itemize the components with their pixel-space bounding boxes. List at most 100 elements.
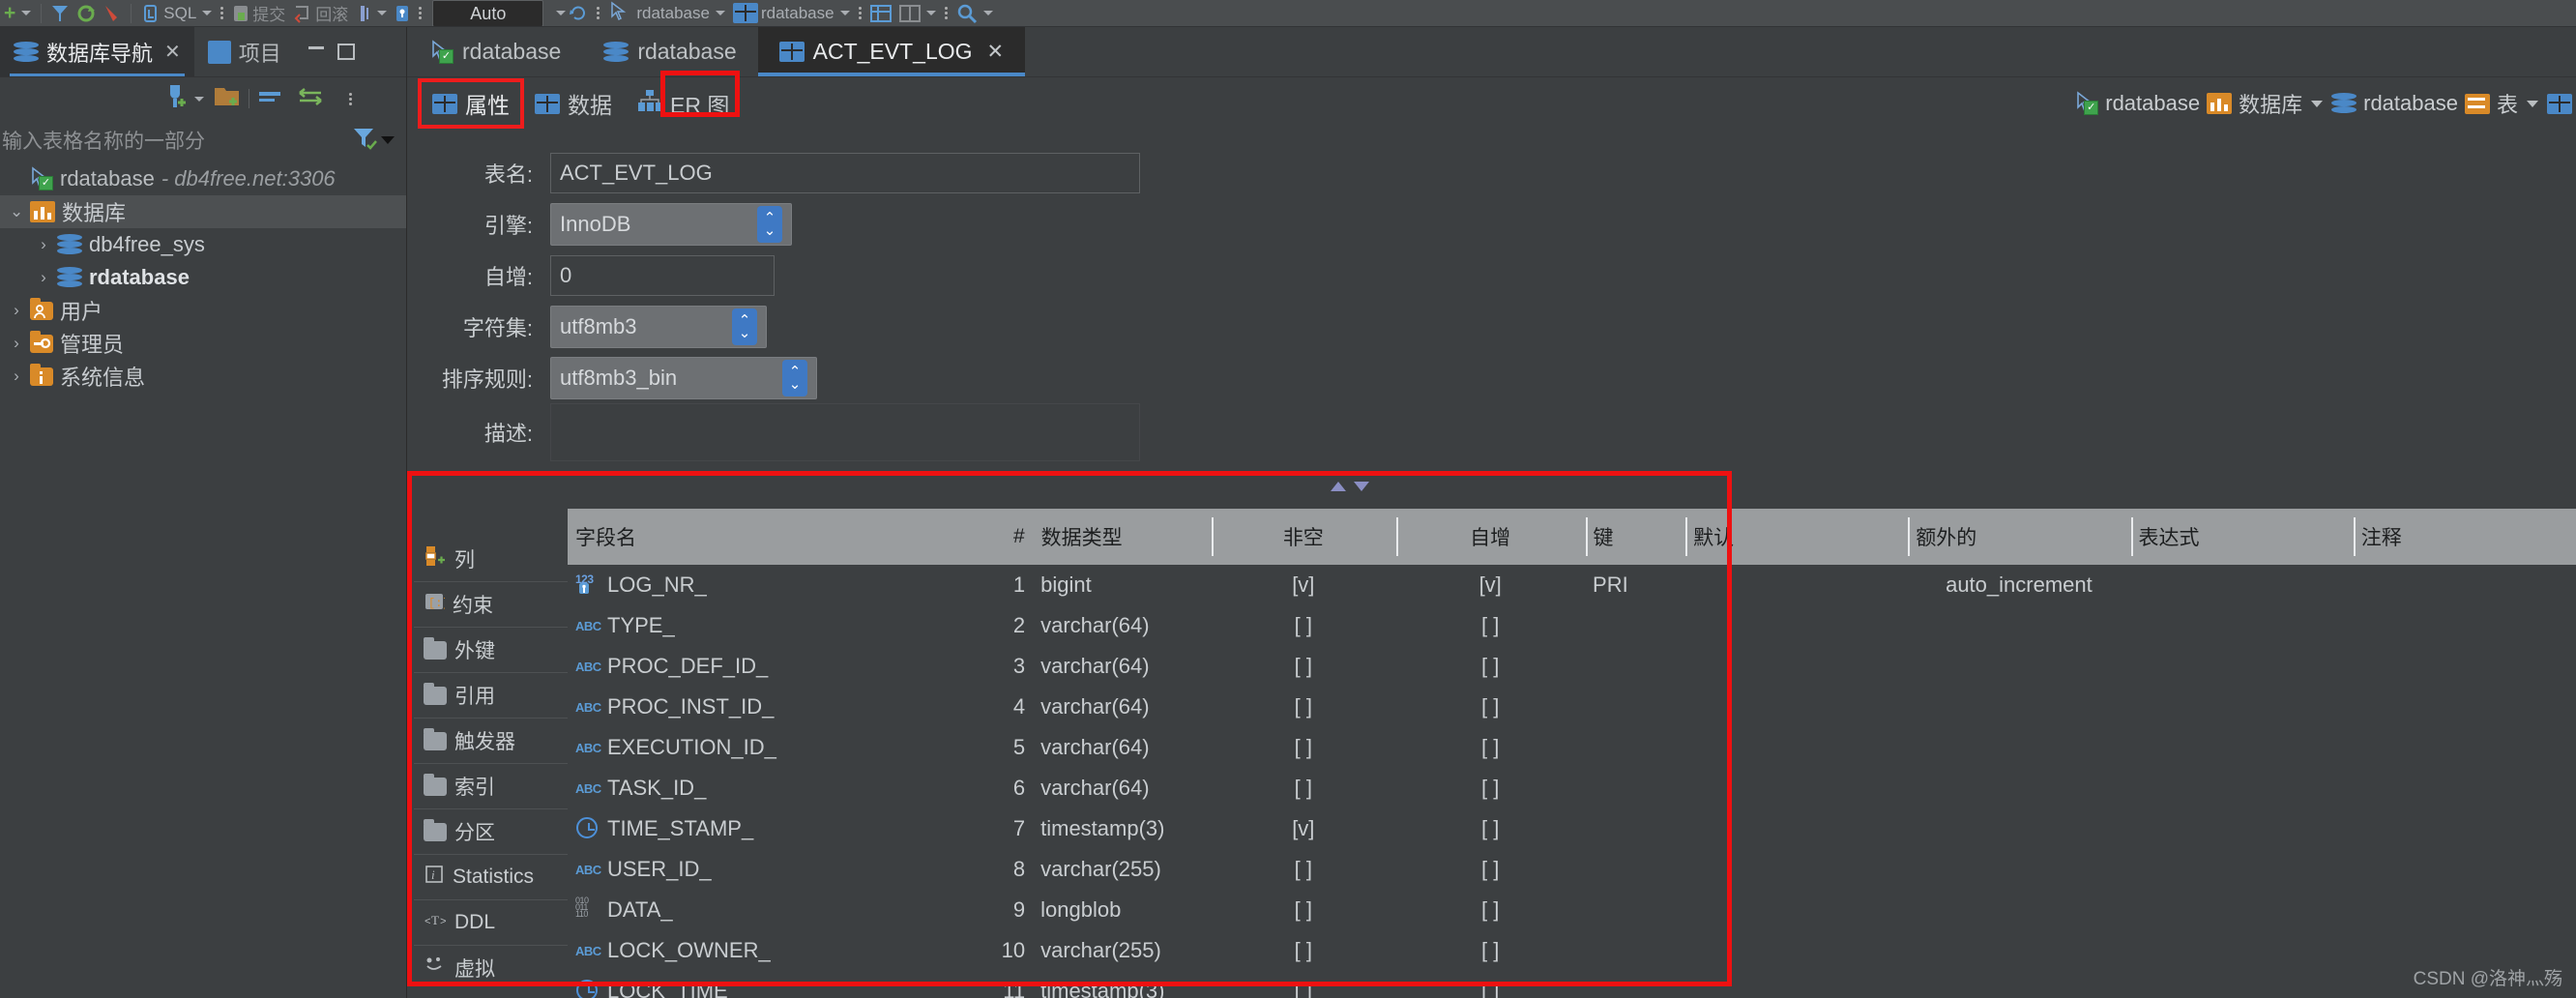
cell-expression[interactable] (2130, 565, 2354, 605)
more-options-icon[interactable] (344, 92, 357, 105)
cell-datatype[interactable]: timestamp(3) (1033, 808, 1212, 849)
cell-comment[interactable] (2353, 565, 2576, 605)
grid-view-icon[interactable] (866, 0, 895, 26)
chevron-down-icon[interactable] (2527, 100, 2538, 107)
category-statistics[interactable]: i Statistics (414, 854, 568, 899)
close-icon[interactable]: ✕ (164, 40, 181, 64)
cell-position[interactable]: 7 (890, 808, 1034, 849)
chevron-down-icon[interactable] (982, 11, 993, 15)
breadcrumb-item-database[interactable]: rdatabase (2363, 91, 2458, 116)
cell-extra[interactable] (1907, 808, 2131, 849)
grid-col-comment[interactable]: 注释 (2353, 509, 2576, 565)
cell-autoinc[interactable]: [ ] (1395, 768, 1586, 808)
add-icon[interactable]: + (0, 0, 35, 26)
cell-expression[interactable] (2130, 890, 2354, 930)
chevron-right-icon[interactable]: › (37, 235, 50, 254)
cell-expression[interactable] (2130, 808, 2354, 849)
cell-extra[interactable] (1907, 890, 2131, 930)
rollback-button[interactable]: 回滚 (289, 0, 352, 26)
cell-autoinc[interactable]: [ ] (1395, 930, 1586, 971)
cell-extra[interactable] (1907, 727, 2131, 768)
cell-notnull[interactable]: [ ] (1211, 890, 1396, 930)
chevron-down-icon[interactable] (21, 11, 32, 15)
category-references[interactable]: 引用 (414, 672, 568, 718)
cell-position[interactable]: 11 (890, 971, 1034, 998)
cell-default[interactable] (1684, 565, 1908, 605)
table-name-input[interactable]: ACT_EVT_LOG (550, 152, 1140, 193)
close-icon[interactable]: ✕ (987, 40, 1005, 64)
minimize-icon[interactable] (307, 46, 324, 49)
grid-col-autoinc[interactable]: 自增 (1395, 509, 1586, 565)
table-row[interactable]: ABC LOCK_OWNER_ 10 varchar(255)[ ][ ] (568, 930, 2576, 971)
cell-comment[interactable] (2353, 727, 2576, 768)
cell-position[interactable]: 4 (890, 687, 1034, 727)
cell-name[interactable]: ABC EXECUTION_ID_ (568, 727, 891, 768)
new-folder-icon[interactable] (214, 84, 241, 114)
grid-col-notnull[interactable]: 非空 (1211, 509, 1396, 565)
cell-autoinc[interactable]: [ ] (1395, 890, 1586, 930)
column-divider[interactable] (1585, 517, 1588, 556)
cell-key[interactable] (1585, 849, 1685, 890)
collation-select[interactable]: utf8mb3_bin ⌃ ⌄ (550, 356, 817, 399)
cell-notnull[interactable]: [ ] (1211, 646, 1396, 687)
table-row[interactable]: ABC TASK_ID_ 6 varchar(64)[ ][ ] (568, 768, 2576, 808)
more-options-icon[interactable] (414, 7, 426, 19)
grid-col-name[interactable]: 字段名 (568, 509, 892, 565)
cell-extra[interactable] (1907, 687, 2131, 727)
chevron-down-icon[interactable] (377, 11, 388, 15)
chevron-down-icon[interactable] (715, 11, 725, 15)
cell-default[interactable] (1684, 849, 1908, 890)
cell-default[interactable] (1684, 890, 1908, 930)
refresh-icon[interactable] (73, 0, 100, 26)
cell-notnull[interactable]: [ ] (1211, 849, 1396, 890)
cell-default[interactable] (1684, 971, 1908, 998)
cell-key[interactable] (1585, 930, 1685, 971)
cell-default[interactable] (1684, 605, 1908, 646)
chevron-right-icon[interactable]: › (10, 301, 23, 320)
tab-database-navigator[interactable]: 数据库导航 ✕ (0, 27, 194, 76)
cell-key[interactable] (1585, 687, 1685, 727)
cell-notnull[interactable]: [v] (1211, 565, 1396, 605)
category-columns[interactable]: 列 (414, 536, 568, 581)
search-icon[interactable] (952, 0, 997, 26)
chevron-down-icon[interactable] (194, 96, 204, 102)
more-options-icon[interactable] (854, 7, 866, 19)
cell-notnull[interactable]: [ ] (1211, 768, 1396, 808)
cell-notnull[interactable]: [ ] (1211, 727, 1396, 768)
cell-default[interactable] (1684, 930, 1908, 971)
cell-autoinc[interactable]: [ ] (1395, 727, 1586, 768)
cell-default[interactable] (1684, 687, 1908, 727)
cell-position[interactable]: 2 (890, 605, 1034, 646)
sort-asc-icon[interactable] (1331, 482, 1346, 491)
cell-key[interactable] (1585, 768, 1685, 808)
subtab-er-diagram[interactable]: ER 图 (628, 83, 739, 124)
table-row[interactable]: ABC TYPE_ 2 varchar(64)[ ][ ] (568, 605, 2576, 646)
category-ddl[interactable]: < T > DDL (414, 899, 568, 945)
grid-col-key[interactable]: 键 (1585, 509, 1686, 565)
cell-key[interactable] (1585, 646, 1685, 687)
cell-name[interactable]: ABC USER_ID_ (568, 849, 891, 890)
editor-tab-rdatabase-connection[interactable]: ✓ rdatabase (407, 27, 583, 76)
cell-name[interactable]: ABC PROC_INST_ID_ (568, 687, 891, 727)
spinner-icon[interactable]: ⌃ ⌄ (757, 205, 782, 243)
auto-commit-select[interactable]: Auto (432, 0, 544, 26)
cell-key[interactable] (1585, 808, 1685, 849)
table-row[interactable]: ABC USER_ID_ 8 varchar(255)[ ][ ] (568, 849, 2576, 890)
description-textarea[interactable] (550, 403, 1140, 461)
cell-key[interactable] (1585, 727, 1685, 768)
breadcrumb-item-databases[interactable]: 数据库 (2239, 88, 2302, 119)
cell-notnull[interactable]: [ ] (1211, 971, 1396, 998)
charset-select[interactable]: utf8mb3 ⌃ ⌄ (550, 305, 767, 348)
database-selector[interactable]: rdatabase (729, 0, 854, 26)
tree-item-db4free-sys[interactable]: › db4free_sys (0, 228, 406, 261)
cell-notnull[interactable]: [v] (1211, 808, 1396, 849)
connection-selector[interactable]: rdatabase (604, 0, 729, 26)
tab-project[interactable]: 项目 (193, 27, 295, 76)
cell-name[interactable]: ABC TASK_ID_ (568, 768, 891, 808)
transaction-mode-icon[interactable] (352, 0, 391, 26)
grid-col-default[interactable]: 默认 (1684, 509, 1909, 565)
table-row[interactable]: ABC PROC_INST_ID_ 4 varchar(64)[ ][ ] (568, 687, 2576, 727)
filter-icon[interactable] (47, 0, 73, 26)
tree-item-admin[interactable]: › 管理员 (0, 327, 406, 360)
search-input[interactable]: 输入表格名称的一部分 (0, 126, 205, 155)
